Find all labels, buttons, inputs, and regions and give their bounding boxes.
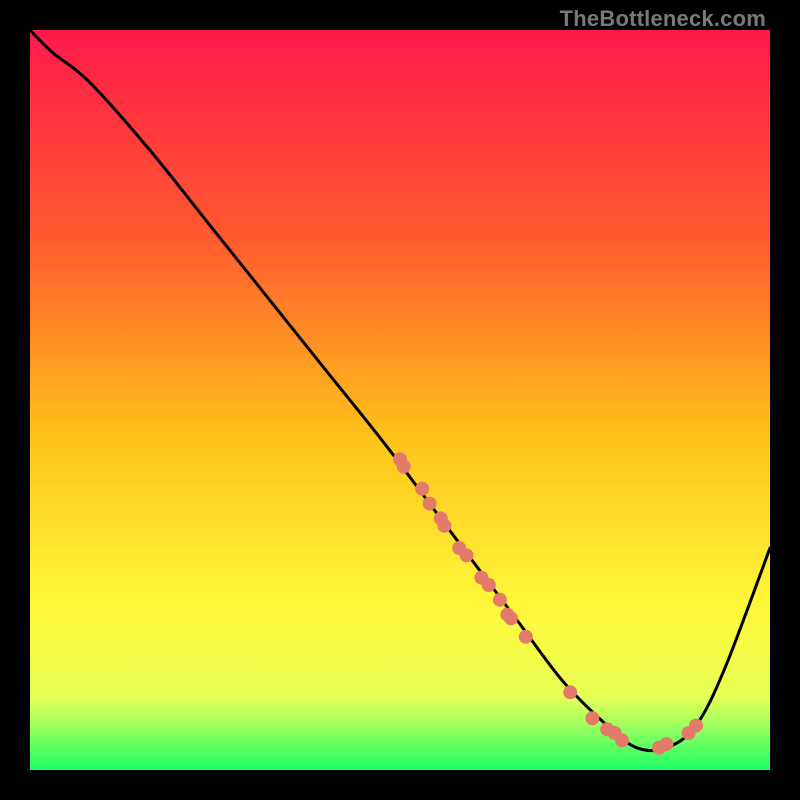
data-point — [415, 482, 429, 496]
data-point — [437, 519, 451, 533]
bottleneck-curve — [30, 30, 770, 751]
data-point — [563, 685, 577, 699]
data-point — [504, 611, 518, 625]
data-point — [423, 497, 437, 511]
data-point — [659, 737, 673, 751]
data-points — [393, 452, 703, 755]
data-point — [482, 578, 496, 592]
data-point — [615, 733, 629, 747]
data-point — [397, 460, 411, 474]
data-point — [689, 719, 703, 733]
data-point — [585, 711, 599, 725]
data-point — [519, 630, 533, 644]
data-point — [493, 593, 507, 607]
chart-frame: TheBottleneck.com — [0, 0, 800, 800]
curve-layer — [30, 30, 770, 770]
data-point — [460, 548, 474, 562]
watermark-text: TheBottleneck.com — [560, 6, 766, 32]
plot-area — [30, 30, 770, 770]
